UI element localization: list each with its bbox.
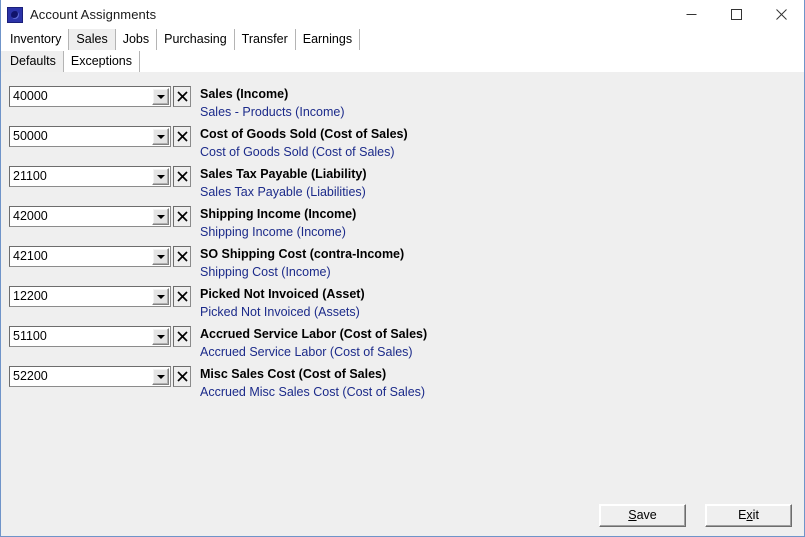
save-button[interactable]: Save bbox=[599, 504, 686, 527]
exit-label-post: it bbox=[752, 508, 759, 523]
save-accelerator: S bbox=[628, 508, 637, 523]
assignment-account-link[interactable]: Shipping Income (Income) bbox=[200, 225, 346, 239]
account-value: 50000 bbox=[13, 130, 48, 143]
close-x-icon bbox=[176, 91, 188, 102]
account-combobox[interactable]: 50000 bbox=[9, 126, 171, 147]
tab-label: Jobs bbox=[122, 32, 150, 47]
clear-account-button[interactable] bbox=[173, 206, 191, 227]
save-label-post: ave bbox=[636, 508, 657, 523]
account-value: 12200 bbox=[13, 290, 48, 303]
primary-tab-row: Inventory Sales Jobs Purchasing Transfer Earn… bbox=[1, 29, 361, 50]
close-x-icon bbox=[176, 171, 188, 182]
app-icon bbox=[7, 6, 23, 23]
assignment-account-link[interactable]: Accrued Misc Sales Cost (Cost of Sales) bbox=[200, 385, 425, 399]
maximize-icon[interactable] bbox=[714, 0, 759, 29]
chevron-down-icon[interactable] bbox=[152, 288, 169, 305]
tab-label: Earnings bbox=[302, 32, 353, 47]
tab-label: Sales bbox=[76, 32, 108, 47]
tab-strip: Inventory Sales Jobs Purchasing Transfer Earn… bbox=[1, 29, 804, 72]
tab-jobs[interactable]: Jobs bbox=[115, 29, 158, 50]
assignment-account-link[interactable]: Shipping Cost (Income) bbox=[200, 265, 331, 279]
assignment-title: Accrued Service Labor (Cost of Sales) bbox=[200, 327, 428, 341]
assignment-account-link[interactable]: Sales Tax Payable (Liabilities) bbox=[200, 185, 366, 199]
account-combobox[interactable]: 42000 bbox=[9, 206, 171, 227]
close-x-icon bbox=[176, 331, 188, 342]
assignment-title: SO Shipping Cost (contra-Income) bbox=[200, 247, 405, 261]
assignment-title: Picked Not Invoiced (Asset) bbox=[200, 287, 365, 301]
subtab-defaults[interactable]: Defaults bbox=[1, 51, 64, 72]
assignment-title: Sales (Income) bbox=[200, 87, 289, 101]
tab-purchasing[interactable]: Purchasing bbox=[157, 29, 235, 50]
chevron-down-icon[interactable] bbox=[152, 128, 169, 145]
clear-account-button[interactable] bbox=[173, 126, 191, 147]
chevron-down-icon[interactable] bbox=[152, 88, 169, 105]
assignment-title: Shipping Income (Income) bbox=[200, 207, 357, 221]
assignment-row: 12200 Picked Not Invoiced (Asset) Picked N… bbox=[1, 286, 804, 326]
close-x-icon bbox=[176, 291, 188, 302]
assignment-title: Cost of Goods Sold (Cost of Sales) bbox=[200, 127, 408, 141]
window-title: Account Assignments bbox=[30, 7, 157, 22]
account-combobox[interactable]: 21100 bbox=[9, 166, 171, 187]
caption-button-group bbox=[669, 0, 804, 29]
close-icon[interactable] bbox=[759, 0, 804, 29]
exit-label-pre: E bbox=[738, 508, 747, 523]
assignment-title: Sales Tax Payable (Liability) bbox=[200, 167, 367, 181]
assignment-account-link[interactable]: Sales - Products (Income) bbox=[200, 105, 345, 119]
account-value: 42000 bbox=[13, 210, 48, 223]
clear-account-button[interactable] bbox=[173, 366, 191, 387]
chevron-down-icon[interactable] bbox=[152, 368, 169, 385]
account-value: 21100 bbox=[13, 170, 47, 183]
chevron-down-icon[interactable] bbox=[152, 248, 169, 265]
assignment-title: Misc Sales Cost (Cost of Sales) bbox=[200, 367, 387, 381]
assignment-row: 52200 Misc Sales Cost (Cost of Sales) Accr… bbox=[1, 366, 804, 406]
assignment-account-link[interactable]: Picked Not Invoiced (Assets) bbox=[200, 305, 360, 319]
assignments-panel: 40000 Sales (Income) Sales - Products (Inc… bbox=[1, 72, 804, 536]
account-combobox[interactable]: 40000 bbox=[9, 86, 171, 107]
clear-account-button[interactable] bbox=[173, 286, 191, 307]
close-x-icon bbox=[176, 211, 188, 222]
assignment-row: 51100 Accrued Service Labor (Cost of Sale… bbox=[1, 326, 804, 366]
account-value: 40000 bbox=[13, 90, 48, 103]
tab-sales[interactable]: Sales bbox=[69, 29, 116, 50]
tab-inventory[interactable]: Inventory bbox=[1, 29, 70, 50]
minimize-icon[interactable] bbox=[669, 0, 714, 29]
secondary-tab-row: Defaults Exceptions bbox=[1, 51, 141, 72]
close-x-icon bbox=[176, 371, 188, 382]
assignment-row: 50000 Cost of Goods Sold (Cost of Sales) C… bbox=[1, 126, 804, 166]
assignment-row: 40000 Sales (Income) Sales - Products (Inc… bbox=[1, 86, 804, 126]
title-bar: Account Assignments bbox=[1, 0, 804, 29]
account-combobox[interactable]: 42100 bbox=[9, 246, 171, 267]
account-value: 51100 bbox=[13, 330, 47, 343]
account-combobox[interactable]: 52200 bbox=[9, 366, 171, 387]
close-x-icon bbox=[176, 131, 188, 142]
account-value: 42100 bbox=[13, 250, 48, 263]
assignment-row: 21100 Sales Tax Payable (Liability) Sales … bbox=[1, 166, 804, 206]
account-value: 52200 bbox=[13, 370, 48, 383]
assignment-account-link[interactable]: Accrued Service Labor (Cost of Sales) bbox=[200, 345, 413, 359]
clear-account-button[interactable] bbox=[173, 326, 191, 347]
account-combobox[interactable]: 51100 bbox=[9, 326, 171, 347]
button-bar: Save Ex it bbox=[1, 504, 804, 528]
tab-label: Transfer bbox=[241, 32, 288, 47]
tab-label: Exceptions bbox=[70, 54, 133, 69]
chevron-down-icon[interactable] bbox=[152, 328, 169, 345]
clear-account-button[interactable] bbox=[173, 166, 191, 187]
assignment-row: 42000 Shipping Income (Income) Shipping In… bbox=[1, 206, 804, 246]
assignment-account-link[interactable]: Cost of Goods Sold (Cost of Sales) bbox=[200, 145, 395, 159]
tab-label: Defaults bbox=[10, 54, 56, 69]
assignment-row: 42100 SO Shipping Cost (contra-Income) Shi… bbox=[1, 246, 804, 286]
exit-button[interactable]: Ex it bbox=[705, 504, 792, 527]
close-x-icon bbox=[176, 251, 188, 262]
tab-transfer[interactable]: Transfer bbox=[234, 29, 296, 50]
chevron-down-icon[interactable] bbox=[152, 208, 169, 225]
subtab-exceptions[interactable]: Exceptions bbox=[63, 51, 141, 72]
tab-label: Inventory bbox=[10, 32, 62, 47]
tab-label: Purchasing bbox=[164, 32, 227, 47]
account-assignments-window: Account Assignments Inventory Sales Jobs Pu… bbox=[0, 0, 805, 537]
clear-account-button[interactable] bbox=[173, 246, 191, 267]
account-combobox[interactable]: 12200 bbox=[9, 286, 171, 307]
chevron-down-icon[interactable] bbox=[152, 168, 169, 185]
tab-earnings[interactable]: Earnings bbox=[295, 29, 361, 50]
clear-account-button[interactable] bbox=[173, 86, 191, 107]
